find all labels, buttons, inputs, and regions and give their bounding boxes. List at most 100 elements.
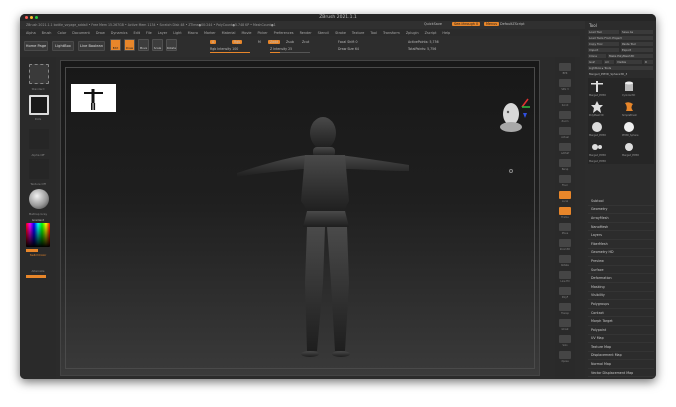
shelf-button-frame[interactable]: [559, 207, 571, 215]
draw-mode-button[interactable]: Draw: [124, 39, 135, 51]
edit-mode-button[interactable]: Edit: [110, 39, 121, 51]
subpalette-uv-map[interactable]: UV Map: [588, 335, 654, 344]
texture-thumbnail[interactable]: [29, 159, 49, 179]
tool-merged-2[interactable]: [590, 120, 604, 134]
subpalette-displacement-map[interactable]: Displacement Map: [588, 352, 654, 361]
shelf-button-scroll[interactable]: [559, 95, 571, 103]
visible-button[interactable]: Visible: [616, 60, 642, 64]
copy-tool-button[interactable]: Copy Tool: [588, 42, 619, 46]
menu-movie[interactable]: Movie: [241, 31, 251, 35]
menu-brush[interactable]: Brush: [42, 31, 52, 35]
menu-layer[interactable]: Layer: [158, 31, 167, 35]
menu-marker[interactable]: Marker: [204, 31, 216, 35]
import-button[interactable]: Import: [588, 48, 619, 52]
z-intensity-slider[interactable]: Z Intensity 25: [270, 47, 292, 51]
shelf-button-aahalf[interactable]: [559, 143, 571, 151]
zadd-button[interactable]: Zadd: [268, 40, 281, 44]
document-canvas[interactable]: [60, 60, 540, 376]
menu-zplugin[interactable]: Zplugin: [406, 31, 419, 35]
shelf-button-ghost[interactable]: [559, 319, 571, 327]
tool-palette-title[interactable]: Tool: [589, 23, 597, 28]
menu-dynamics[interactable]: Dynamics: [111, 31, 128, 35]
switch-color-label[interactable]: SwitchColor: [22, 253, 54, 257]
tool-merged-4[interactable]: [622, 140, 636, 154]
m-button[interactable]: M: [258, 40, 261, 44]
save-as-button[interactable]: Save As: [621, 30, 653, 34]
zcut-button[interactable]: Zcut: [302, 40, 309, 44]
see-through-slider[interactable]: See-through 0: [452, 22, 481, 26]
color-picker[interactable]: [26, 223, 50, 247]
shelf-button-persp[interactable]: [559, 159, 571, 167]
menu-stroke[interactable]: Stroke: [335, 31, 346, 35]
clone-button[interactable]: Clone: [588, 54, 606, 58]
quicksave-button[interactable]: QuickSave: [424, 22, 442, 26]
alternate-swatch[interactable]: [26, 275, 46, 278]
subpalette-subtool[interactable]: Subtool: [588, 197, 654, 206]
rotate-mode-button[interactable]: Rotate: [166, 39, 177, 51]
default-zscript-button[interactable]: DefaultZScript: [500, 22, 525, 26]
subpalette-display-properties[interactable]: Display Properties: [588, 377, 654, 379]
menu-draw[interactable]: Draw: [96, 31, 105, 35]
menu-macro[interactable]: Macro: [188, 31, 198, 35]
lightbox-tools-button[interactable]: Lightbox ▸ Tools: [588, 66, 653, 70]
menu-help[interactable]: Help: [442, 31, 450, 35]
menu-tool[interactable]: Tool: [370, 31, 377, 35]
alpha-thumbnail[interactable]: [29, 129, 49, 149]
tool-merged-3[interactable]: [590, 140, 604, 154]
draw-size-slider[interactable]: Draw Size 64: [338, 47, 359, 51]
paste-tool-button[interactable]: Paste Tool: [621, 42, 653, 46]
shelf-button-line-fill[interactable]: [559, 271, 571, 279]
subpalette-contact[interactable]: Contact: [588, 309, 654, 318]
shelf-button-solo[interactable]: [559, 335, 571, 343]
menu-picker[interactable]: Picker: [258, 31, 268, 35]
subpalette-preview[interactable]: Preview: [588, 257, 654, 266]
tool-merged-tpose[interactable]: [590, 80, 604, 94]
shelf-button-transp[interactable]: [559, 303, 571, 311]
subpalette-normal-map[interactable]: Normal Map: [588, 360, 654, 369]
menu-render[interactable]: Render: [300, 31, 312, 35]
subpalette-visibility[interactable]: Visibility: [588, 292, 654, 301]
shelf-button-polyf[interactable]: [559, 287, 571, 295]
material-sphere-icon[interactable]: [29, 189, 49, 209]
move-mode-button[interactable]: Move: [138, 39, 149, 51]
tab-home-page[interactable]: Home Page: [24, 41, 48, 51]
focal-shift-slider[interactable]: Focal Shift 0: [338, 40, 358, 44]
shelf-button-zoom[interactable]: [559, 111, 571, 119]
subpalette-masking[interactable]: Masking: [588, 283, 654, 292]
subpalette-surface[interactable]: Surface: [588, 266, 654, 275]
tool-polymesh3d[interactable]: [590, 100, 604, 114]
zsub-button[interactable]: Zsub: [286, 40, 294, 44]
menu-zscript[interactable]: Zscript: [425, 31, 437, 35]
export-button[interactable]: Export: [621, 48, 653, 52]
shelf-button-local[interactable]: [559, 191, 571, 199]
mrgb-button[interactable]: A: [210, 40, 217, 44]
load-tool-button[interactable]: Load Tool: [588, 30, 619, 34]
subpalette-layers[interactable]: Layers: [588, 231, 654, 240]
menu-file[interactable]: File: [146, 31, 152, 35]
brush-thumbnail[interactable]: [29, 64, 49, 84]
subpalette-polygroups[interactable]: Polygroups: [588, 300, 654, 309]
shelf-button-floor[interactable]: [559, 175, 571, 183]
subpalette-texture-map[interactable]: Texture Map: [588, 343, 654, 352]
orientation-head-icon[interactable]: [494, 93, 534, 133]
subpalette-fibermesh[interactable]: FiberMesh: [588, 240, 654, 249]
alternate-label[interactable]: Alternate: [22, 269, 54, 273]
load-from-project-button[interactable]: Load Tools From Project: [588, 36, 653, 40]
subpalette-morph-target[interactable]: Morph Target: [588, 317, 654, 326]
shelf-button-bpr[interactable]: [559, 63, 571, 71]
shelf-button-spix-3[interactable]: [559, 79, 571, 87]
z-intensity-track[interactable]: [270, 52, 310, 53]
r-button[interactable]: R: [644, 60, 653, 64]
subpalette-deformation[interactable]: Deformation: [588, 274, 654, 283]
scale-mode-button[interactable]: Scale: [152, 39, 163, 51]
shelf-button-move[interactable]: [559, 223, 571, 231]
shelf-button-zoom3d[interactable]: [559, 239, 571, 247]
rgb-intensity-slider[interactable]: Rgb Intensity 100: [210, 47, 238, 51]
shelf-button-xpose[interactable]: [559, 351, 571, 359]
tool-cylinder3d[interactable]: [622, 80, 636, 94]
stroke-thumbnail[interactable]: [29, 95, 49, 115]
menu-preferences[interactable]: Preferences: [274, 31, 294, 35]
tool-pm3d-sphere[interactable]: [622, 120, 636, 134]
subpalette-geometry-hd[interactable]: Geometry HD: [588, 249, 654, 258]
subpalette-nanomesh[interactable]: NanoMesh: [588, 223, 654, 232]
